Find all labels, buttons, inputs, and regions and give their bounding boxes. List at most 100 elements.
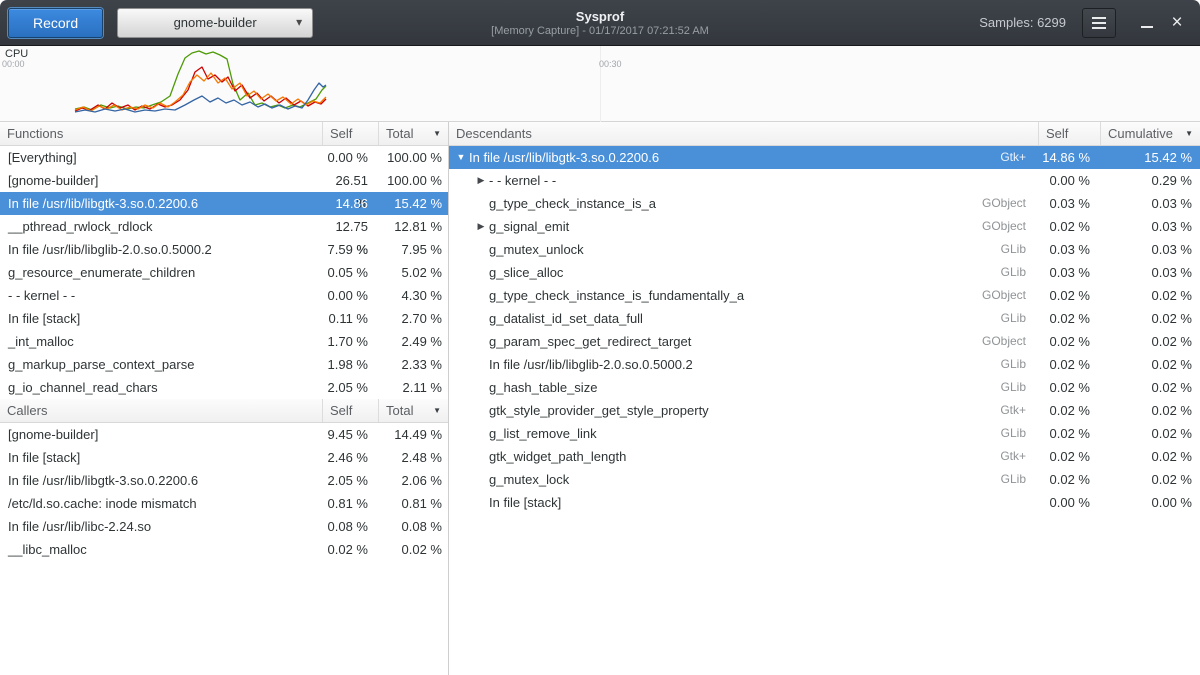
table-row[interactable]: ▶- - kernel - -0.00 %0.29 % [449,169,1200,192]
table-row[interactable]: g_markup_parse_context_parse1.98 %2.33 % [0,353,448,376]
self-percent: 0.02 % [1038,284,1100,307]
callers-total-column-header[interactable]: Total ▼ [378,399,448,422]
expander-icon[interactable]: ▶ [473,215,489,238]
descendants-header-row: Descendants Self Cumulative ▼ [449,122,1200,146]
right-pane: Descendants Self Cumulative ▼ ▼In file /… [449,122,1200,675]
function-name: g_slice_alloc [489,261,563,284]
total-percent: 0.08 % [378,515,448,538]
cumulative-percent: 0.02 % [1100,307,1200,330]
self-percent: 12.75 % [322,215,378,238]
function-name: /etc/ld.so.cache: inode mismatch [0,492,322,515]
menu-button[interactable] [1082,8,1116,38]
table-row[interactable]: In file [stack]2.46 %2.48 % [0,446,448,469]
table-row[interactable]: g_mutex_lockGLib0.02 %0.02 % [449,468,1200,491]
self-percent: 0.08 % [322,515,378,538]
function-name: In file /usr/lib/libglib-2.0.so.0.5000.2 [489,353,693,376]
callers-self-column-header[interactable]: Self [322,399,378,422]
table-row[interactable]: gtk_widget_path_lengthGtk+0.02 %0.02 % [449,445,1200,468]
cpu-graph[interactable]: CPU 00:00 00:30 [0,46,1200,122]
table-row[interactable]: _int_malloc1.70 %2.49 % [0,330,448,353]
cumulative-percent: 0.02 % [1100,376,1200,399]
table-row[interactable]: g_resource_enumerate_children0.05 %5.02 … [0,261,448,284]
self-percent: 0.00 % [1038,491,1100,514]
descendant-name-cell: g_mutex_lockGLib [449,468,1038,491]
process-selector-dropdown[interactable]: gnome-builder ▾ [117,8,313,38]
table-row[interactable]: In file /usr/lib/libgtk-3.so.0.2200.62.0… [0,469,448,492]
total-percent: 5.02 % [378,261,448,284]
function-name: In file [stack] [489,491,561,514]
table-row[interactable]: /etc/ld.so.cache: inode mismatch0.81 %0.… [0,492,448,515]
table-row[interactable]: [gnome-builder]26.51 %100.00 % [0,169,448,192]
table-row[interactable]: __libc_malloc0.02 %0.02 % [0,538,448,561]
function-name: - - kernel - - [489,169,556,192]
total-percent: 15.42 % [378,192,448,215]
table-row[interactable]: g_mutex_unlockGLib0.03 %0.03 % [449,238,1200,261]
table-row[interactable]: g_type_check_instance_is_fundamentally_a… [449,284,1200,307]
functions-total-column-header[interactable]: Total ▼ [378,122,448,145]
total-percent: 0.81 % [378,492,448,515]
functions-self-column-header[interactable]: Self [322,122,378,145]
table-row[interactable]: In file /usr/lib/libgtk-3.so.0.2200.614.… [0,192,448,215]
descendants-cumulative-column-header[interactable]: Cumulative ▼ [1100,122,1200,145]
table-row[interactable]: In file [stack]0.00 %0.00 % [449,491,1200,514]
functions-table: [Everything]0.00 %100.00 %[gnome-builder… [0,146,448,399]
total-percent: 14.49 % [378,423,448,446]
table-row[interactable]: In file /usr/lib/libglib-2.0.so.0.5000.2… [449,353,1200,376]
expander-icon[interactable]: ▶ [473,169,489,192]
function-name: In file [stack] [0,446,322,469]
cumulative-percent: 0.02 % [1100,353,1200,376]
function-name: g_mutex_lock [489,468,569,491]
self-percent: 7.59 % [322,238,378,261]
table-row[interactable]: - - kernel - -0.00 %4.30 % [0,284,448,307]
sort-indicator-icon: ▼ [429,406,441,415]
cumulative-percent: 0.03 % [1100,261,1200,284]
table-row[interactable]: In file [stack]0.11 %2.70 % [0,307,448,330]
library-badge: GObject [982,192,1038,215]
library-badge: GLib [1001,307,1038,330]
table-row[interactable]: g_hash_table_sizeGLib0.02 %0.02 % [449,376,1200,399]
minimize-button[interactable] [1132,8,1162,38]
table-row[interactable]: ▼In file /usr/lib/libgtk-3.so.0.2200.6Gt… [449,146,1200,169]
self-percent: 0.03 % [1038,192,1100,215]
table-row[interactable]: g_slice_allocGLib0.03 %0.03 % [449,261,1200,284]
table-row[interactable]: [gnome-builder]9.45 %14.49 % [0,423,448,446]
self-percent: 0.05 % [322,261,378,284]
functions-column-header[interactable]: Functions [0,122,322,145]
self-percent: 0.00 % [322,146,378,169]
total-percent: 7.95 % [378,238,448,261]
table-row[interactable]: ▶g_signal_emitGObject0.02 %0.03 % [449,215,1200,238]
table-row[interactable]: __pthread_rwlock_rdlock12.75 %12.81 % [0,215,448,238]
table-row[interactable]: g_list_remove_linkGLib0.02 %0.02 % [449,422,1200,445]
total-percent: 2.48 % [378,446,448,469]
record-button[interactable]: Record [8,8,103,38]
self-percent: 0.02 % [322,538,378,561]
close-button[interactable]: × [1162,8,1192,38]
descendant-name-cell: gtk_widget_path_lengthGtk+ [449,445,1038,468]
function-name: In file [stack] [0,307,322,330]
table-row[interactable]: g_param_spec_get_redirect_targetGObject0… [449,330,1200,353]
function-name: - - kernel - - [0,284,322,307]
library-badge: GLib [1001,238,1038,261]
function-name: [gnome-builder] [0,169,322,192]
self-percent: 0.02 % [1038,399,1100,422]
table-row[interactable]: [Everything]0.00 %100.00 % [0,146,448,169]
descendant-name-cell: g_mutex_unlockGLib [449,238,1038,261]
cumulative-percent: 0.03 % [1100,192,1200,215]
descendant-name-cell: In file [stack] [449,491,1038,514]
function-name: g_io_channel_read_chars [0,376,322,399]
table-row[interactable]: gtk_style_provider_get_style_propertyGtk… [449,399,1200,422]
table-row[interactable]: g_io_channel_read_chars2.05 %2.11 % [0,376,448,399]
samples-count: Samples: 6299 [979,15,1066,30]
self-percent: 0.02 % [1038,307,1100,330]
table-row[interactable]: g_type_check_instance_is_aGObject0.03 %0… [449,192,1200,215]
function-name: __libc_malloc [0,538,322,561]
total-percent: 100.00 % [378,146,448,169]
expander-icon[interactable]: ▼ [453,146,469,169]
table-row[interactable]: In file /usr/lib/libglib-2.0.so.0.5000.2… [0,238,448,261]
descendants-column-header[interactable]: Descendants [449,122,1038,145]
table-row[interactable]: g_datalist_id_set_data_fullGLib0.02 %0.0… [449,307,1200,330]
table-row[interactable]: In file /usr/lib/libc-2.24.so0.08 %0.08 … [0,515,448,538]
library-badge: GObject [982,284,1038,307]
callers-column-header[interactable]: Callers [0,399,322,422]
descendants-self-column-header[interactable]: Self [1038,122,1100,145]
